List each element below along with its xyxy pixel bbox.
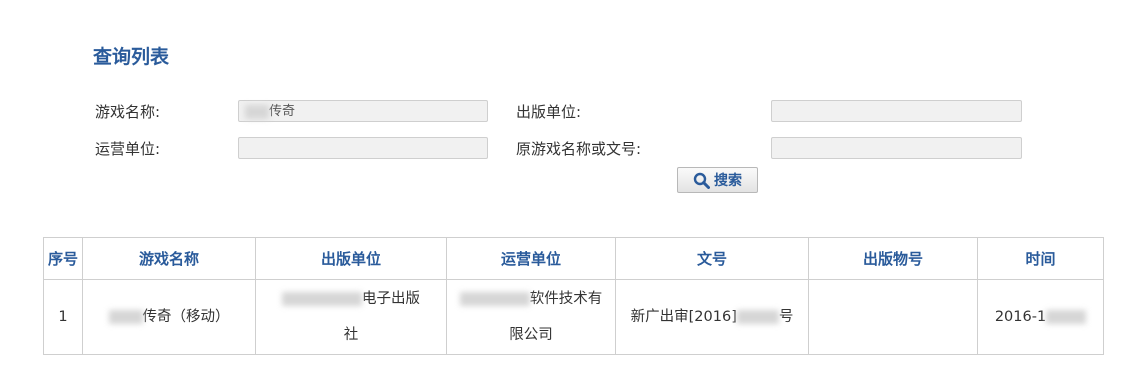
redacted-text [282, 292, 362, 306]
publisher-text-line1: 电子出版 [362, 291, 420, 307]
redacted-text [108, 310, 143, 324]
magnifier-icon [693, 172, 710, 189]
col-header-game-name: 游戏名称 [82, 237, 256, 280]
operator-input[interactable] [238, 137, 488, 159]
cell-approval-number: 新广出审[2016] 号 [615, 279, 809, 355]
publisher-text-line2: 社 [343, 327, 359, 343]
search-button[interactable]: 搜索 [677, 167, 758, 193]
results-table: 序号 游戏名称 出版单位 运营单位 文号 出版物号 时间 1 传奇（移动） 电子… [43, 237, 1104, 355]
search-button-label: 搜索 [714, 173, 742, 189]
operator-text-line2: 限公司 [509, 327, 553, 343]
col-header-operator: 运营单位 [446, 237, 616, 280]
game-name-input[interactable]: 传奇 [238, 100, 488, 122]
publisher-label: 出版单位: [516, 103, 582, 121]
cell-date: 2016-1 [977, 279, 1104, 355]
section-title: 查询列表 [93, 46, 170, 68]
col-header-publisher: 出版单位 [255, 237, 447, 280]
game-name-value: 传奇 [269, 104, 296, 119]
operator-text-line1: 软件技术有 [529, 291, 603, 307]
redacted-text [1046, 310, 1087, 324]
col-header-index: 序号 [43, 237, 83, 280]
publisher-input[interactable] [771, 100, 1022, 122]
cell-index: 1 [43, 279, 83, 355]
col-header-date: 时间 [977, 237, 1104, 280]
date-prefix: 2016-1 [994, 309, 1047, 325]
redacted-text [736, 310, 779, 324]
table-row: 1 传奇（移动） 电子出版 社 软件技术有 限公司 新广出审[2016] 号 20… [43, 279, 1104, 355]
cell-publisher: 电子出版 社 [255, 279, 447, 355]
col-header-publication-number: 出版物号 [808, 237, 978, 280]
original-name-input[interactable] [771, 137, 1022, 159]
cell-game-name[interactable]: 传奇（移动） [82, 279, 256, 355]
cell-publication-number [808, 279, 978, 355]
cell-operator: 软件技术有 限公司 [446, 279, 616, 355]
game-name-label: 游戏名称: [95, 103, 161, 121]
redacted-text [459, 292, 530, 306]
original-name-label: 原游戏名称或文号: [516, 140, 642, 158]
game-name-text: 传奇（移动） [142, 309, 230, 325]
redacted-text [245, 104, 269, 119]
approval-prefix: 新广出审[2016] [630, 309, 737, 325]
approval-suffix: 号 [778, 309, 794, 325]
operator-label: 运营单位: [95, 140, 161, 158]
table-header-row: 序号 游戏名称 出版单位 运营单位 文号 出版物号 时间 [43, 237, 1104, 280]
col-header-approval-number: 文号 [615, 237, 809, 280]
